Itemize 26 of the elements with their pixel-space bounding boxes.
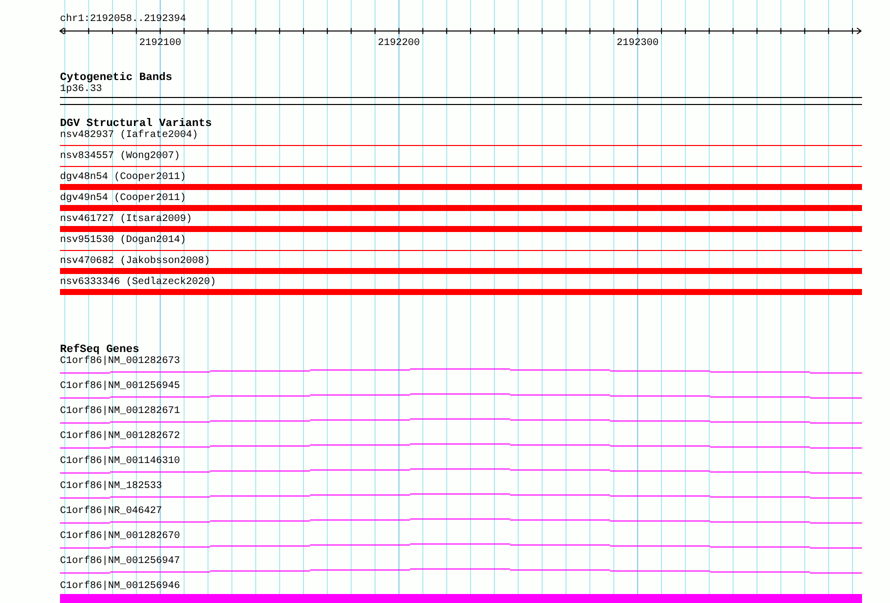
tick-label: 2192300 <box>616 38 659 49</box>
feature-label: dgv49n54 (Cooper2011) <box>60 193 186 205</box>
track-title: RefSeq Genes <box>60 344 140 356</box>
position-label: chr1:2192058..2192394 <box>60 14 186 26</box>
feature-label: C1orf86|NM_001282670 <box>60 531 180 543</box>
feature-label: nsv461727 (Itsara2009) <box>60 214 192 226</box>
feature-label: C1orf86|NM_001146310 <box>60 456 180 468</box>
feature-label: C1orf86|NM_001282671 <box>60 406 180 418</box>
feature-label: C1orf86|NM_001256946 <box>60 581 180 593</box>
feature-label: nsv6333346 (Sedlazeck2020) <box>60 277 216 289</box>
feature-label: C1orf86|NM_001282672 <box>60 431 180 443</box>
feature-label: C1orf86|NM_001282673 <box>60 356 180 368</box>
tick-label: 2192100 <box>139 38 182 49</box>
feature-label: C1orf86|NR_046427 <box>60 506 162 518</box>
track-title: DGV Structural Variants <box>60 118 212 130</box>
feature-label: 1p36.33 <box>60 84 102 96</box>
tick-label: 2192200 <box>378 38 420 49</box>
feature-label: nsv951530 (Dogan2014) <box>60 235 186 247</box>
feature-label: C1orf86|NM_182533 <box>60 481 162 493</box>
track-title: Cytogenetic Bands <box>60 72 172 84</box>
feature-label: C1orf86|NM_001256947 <box>60 556 180 568</box>
feature-label: nsv470682 (Jakobsson2008) <box>60 256 210 268</box>
feature-label: dgv48n54 (Cooper2011) <box>60 172 186 184</box>
feature-label: nsv834557 (Wong2007) <box>60 151 180 163</box>
feature-label: C1orf86|NM_001256945 <box>60 381 180 393</box>
feature-label: nsv482937 (Iafrate2004) <box>60 130 198 142</box>
